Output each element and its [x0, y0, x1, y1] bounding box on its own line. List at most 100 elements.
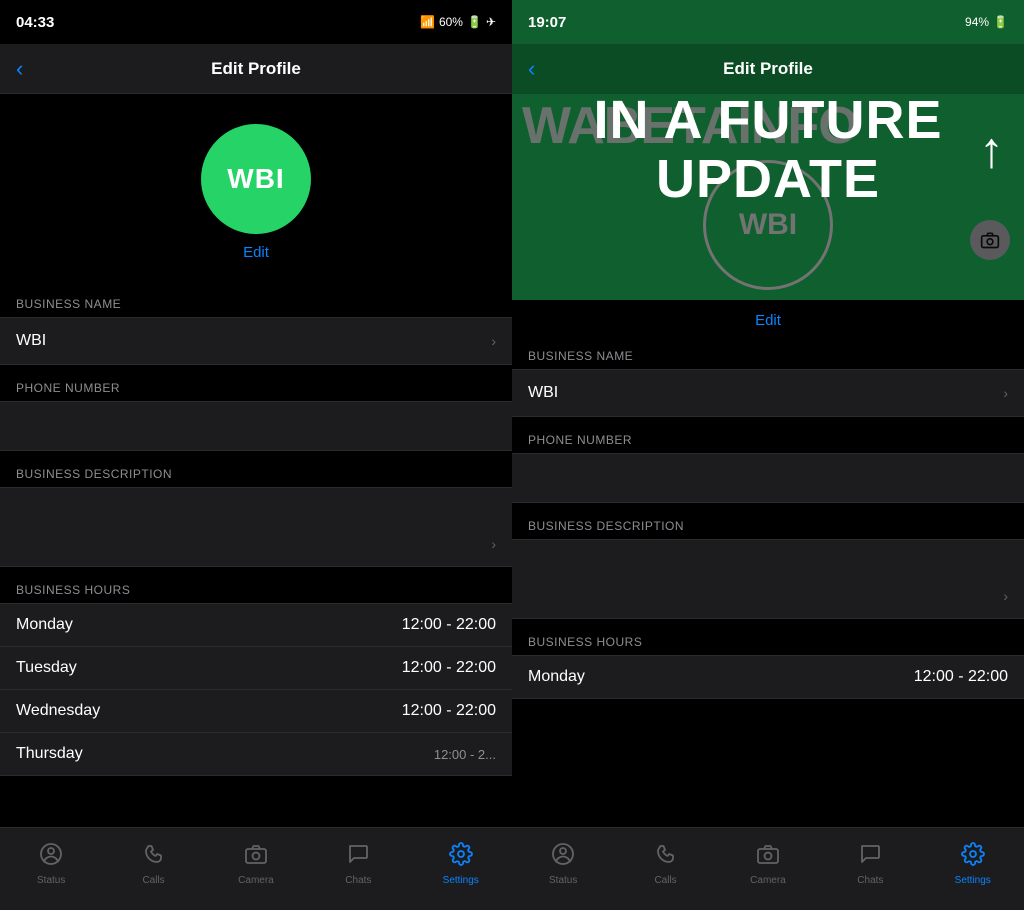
left-content-area: WBI Edit BUSINESS NAME WBI › PHONE NUMBE…: [0, 94, 512, 827]
right-monday-hours: 12:00 - 22:00: [914, 668, 1008, 686]
left-calls-icon: [142, 842, 166, 872]
left-thursday-name: Thursday: [16, 745, 83, 763]
right-desc-chevron: ›: [1003, 588, 1008, 604]
left-nav-calls[interactable]: Calls: [124, 842, 184, 886]
left-nav-camera-label: Camera: [238, 875, 274, 886]
left-business-name-section: BUSINESS NAME WBI ›: [0, 297, 512, 365]
right-nav-camera[interactable]: Camera: [738, 842, 798, 886]
right-phone-section: PHONE NUMBER: [512, 433, 1024, 503]
right-hours-label: BUSINESS HOURS: [512, 635, 1024, 655]
left-desc-row[interactable]: ›: [0, 487, 512, 567]
right-status-bar: 19:07 94% 🔋: [512, 0, 1024, 44]
right-page-title: Edit Profile: [723, 59, 813, 79]
left-hours-tuesday: Tuesday 12:00 - 22:00: [0, 646, 512, 689]
left-wednesday-name: Wednesday: [16, 702, 100, 720]
left-chats-icon: [346, 842, 370, 872]
right-business-name-chevron: ›: [1003, 385, 1008, 401]
right-nav-chats[interactable]: Chats: [840, 842, 900, 886]
left-business-name-row[interactable]: WBI ›: [0, 317, 512, 365]
left-business-name-chevron: ›: [491, 333, 496, 349]
right-nav-settings-label: Settings: [955, 875, 991, 886]
left-avatar-edit-link[interactable]: Edit: [243, 244, 269, 261]
left-tuesday-name: Tuesday: [16, 659, 77, 677]
right-future-text: IN A FUTURE UPDATE: [512, 91, 1024, 210]
right-business-name-row[interactable]: WBI ›: [512, 369, 1024, 417]
right-content-area: Edit BUSINESS NAME WBI › PHONE NUMBER BU…: [512, 300, 1024, 827]
left-business-name-value: WBI: [16, 332, 46, 350]
right-status-icons: 94% 🔋: [965, 15, 1008, 29]
left-hours-thursday: Thursday 12:00 - 2...: [0, 732, 512, 776]
battery-icon: 🔋: [467, 15, 482, 29]
left-desc-label: BUSINESS DESCRIPTION: [0, 467, 512, 487]
right-camera-icon: [756, 842, 780, 872]
wifi-icon: 📶: [420, 15, 435, 29]
right-phone-row: [512, 453, 1024, 503]
right-nav-chats-label: Chats: [857, 875, 883, 886]
left-desc-section: BUSINESS DESCRIPTION ›: [0, 467, 512, 567]
right-business-name-label: BUSINESS NAME: [512, 349, 1024, 369]
left-page-header: ‹ Edit Profile: [0, 44, 512, 94]
left-nav-chats[interactable]: Chats: [328, 842, 388, 886]
left-nav-settings-label: Settings: [443, 875, 479, 886]
left-monday-hours: 12:00 - 22:00: [402, 616, 496, 634]
left-hours-label: BUSINESS HOURS: [0, 583, 512, 603]
right-desc-row[interactable]: ›: [512, 539, 1024, 619]
airplane-icon: ✈: [486, 15, 496, 29]
right-page-header: ‹ Edit Profile: [512, 44, 1024, 94]
left-hours-wednesday: Wednesday 12:00 - 22:00: [0, 689, 512, 732]
left-status-icon: [39, 842, 63, 872]
left-phone-panel: 04:33 📶 60% 🔋 ✈ ‹ Edit Profile WBI Edit …: [0, 0, 512, 910]
left-tuesday-hours: 12:00 - 22:00: [402, 659, 496, 677]
left-hours-section: BUSINESS HOURS Monday 12:00 - 22:00 Tues…: [0, 583, 512, 776]
right-hours-section: BUSINESS HOURS Monday 12:00 - 22:00: [512, 635, 1024, 699]
right-nav-calls[interactable]: Calls: [636, 842, 696, 886]
left-nav-calls-label: Calls: [142, 875, 164, 886]
left-avatar-initials: WBI: [227, 163, 284, 195]
battery-percent: 60%: [439, 15, 463, 29]
left-avatar-section: WBI Edit: [0, 94, 512, 281]
left-camera-icon: [244, 842, 268, 872]
left-thursday-hours: 12:00 - 2...: [434, 747, 496, 762]
left-back-button[interactable]: ‹: [16, 56, 23, 82]
left-phone-label: PHONE NUMBER: [0, 381, 512, 401]
right-status-icon: [551, 842, 575, 872]
left-page-title: Edit Profile: [211, 59, 301, 79]
right-back-button[interactable]: ‹: [528, 56, 535, 82]
right-nav-calls-label: Calls: [654, 875, 676, 886]
left-status-time: 04:33: [16, 14, 54, 31]
right-battery-icon: 🔋: [993, 15, 1008, 29]
right-phone-panel: 19:07 94% 🔋 ‹ Edit Profile WABETAINFO WB…: [512, 0, 1024, 910]
left-wednesday-hours: 12:00 - 22:00: [402, 702, 496, 720]
right-monday-name: Monday: [528, 668, 585, 686]
right-cover-area: 19:07 94% 🔋 ‹ Edit Profile WABETAINFO WB…: [512, 0, 1024, 300]
right-up-arrow: ↑: [979, 121, 1004, 179]
left-nav-status[interactable]: Status: [21, 842, 81, 886]
left-business-name-label: BUSINESS NAME: [0, 297, 512, 317]
left-bottom-nav: Status Calls Camera: [0, 827, 512, 910]
left-avatar[interactable]: WBI: [201, 124, 311, 234]
left-nav-chats-label: Chats: [345, 875, 371, 886]
right-nav-status-label: Status: [549, 875, 577, 886]
left-desc-chevron: ›: [491, 536, 496, 552]
right-business-name-section: BUSINESS NAME WBI ›: [512, 349, 1024, 417]
right-nav-status[interactable]: Status: [533, 842, 593, 886]
right-status-time: 19:07: [528, 14, 566, 31]
right-battery-percent: 94%: [965, 15, 989, 29]
left-nav-settings[interactable]: Settings: [431, 842, 491, 886]
right-desc-label: BUSINESS DESCRIPTION: [512, 519, 1024, 539]
left-phone-row: [0, 401, 512, 451]
right-avatar-edit-link[interactable]: Edit: [512, 300, 1024, 333]
right-settings-icon: [961, 842, 985, 872]
left-phone-section: PHONE NUMBER: [0, 381, 512, 451]
right-desc-section: BUSINESS DESCRIPTION ›: [512, 519, 1024, 619]
right-business-name-value: WBI: [528, 384, 558, 402]
right-hours-monday: Monday 12:00 - 22:00: [512, 655, 1024, 699]
right-nav-camera-label: Camera: [750, 875, 786, 886]
left-monday-name: Monday: [16, 616, 73, 634]
right-nav-settings[interactable]: Settings: [943, 842, 1003, 886]
right-chats-icon: [858, 842, 882, 872]
left-nav-camera[interactable]: Camera: [226, 842, 286, 886]
right-phone-label: PHONE NUMBER: [512, 433, 1024, 453]
left-nav-status-label: Status: [37, 875, 65, 886]
right-bottom-nav: Status Calls Camera: [512, 827, 1024, 910]
